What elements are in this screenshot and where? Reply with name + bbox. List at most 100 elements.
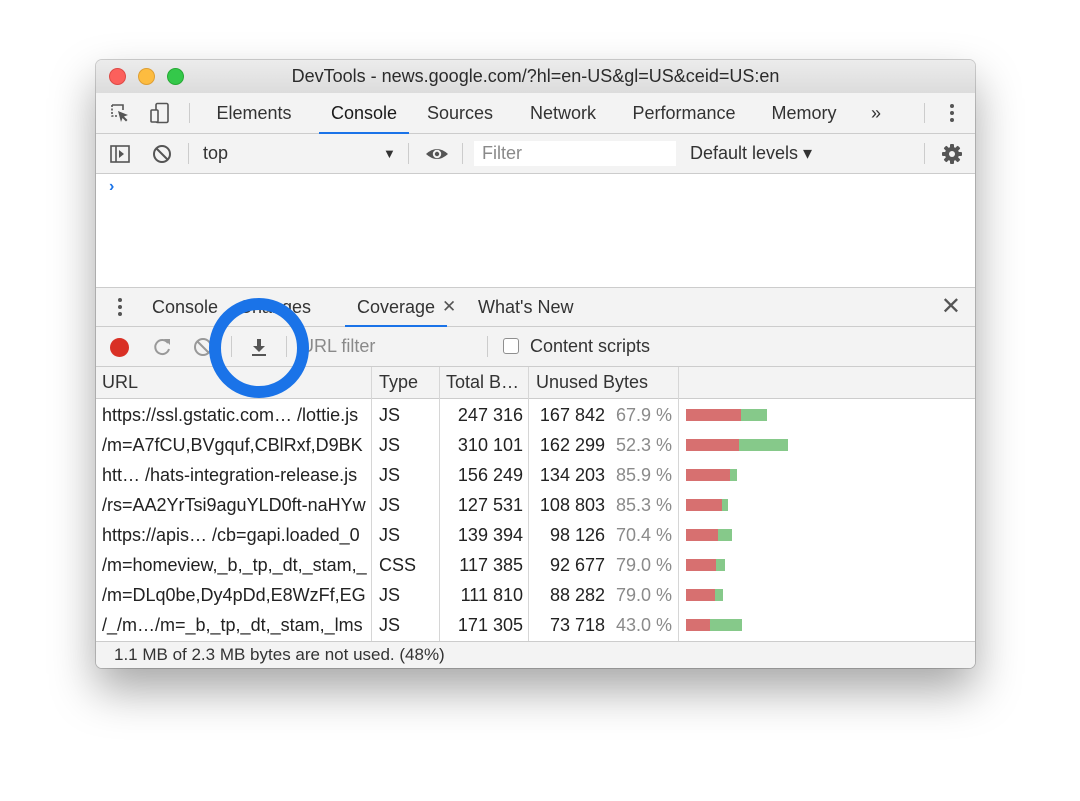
drawer-tab-whats-new[interactable]: What's New <box>478 288 573 327</box>
show-sidebar-icon[interactable] <box>109 143 131 165</box>
unused-bytes-bar <box>686 589 716 601</box>
usage-bar <box>686 499 728 511</box>
console-output[interactable]: › <box>96 174 975 287</box>
device-toolbar-icon[interactable] <box>149 102 171 124</box>
table-row[interactable]: https://apis… /cb=gapi.loaded_0 JS 139 394… <box>96 520 975 550</box>
gear-icon[interactable] <box>941 143 963 165</box>
drawer-tab-coverage[interactable]: Coverage <box>344 288 448 327</box>
toolbar-divider <box>286 336 287 357</box>
export-download-icon[interactable] <box>248 336 270 358</box>
inspect-element-icon[interactable] <box>109 102 131 124</box>
unused-percent-cell: 67.9 % <box>615 405 672 425</box>
unused-percent-cell: 79.0 % <box>615 585 672 605</box>
unused-bytes-cell: 88 282 <box>549 585 605 605</box>
unused-bytes-bar <box>686 559 717 571</box>
unused-bytes-cell: 98 126 <box>549 525 605 545</box>
used-bytes-bar <box>710 619 743 631</box>
used-bytes-bar <box>721 499 728 511</box>
table-row[interactable]: https://ssl.gstatic.com… /lottie.js JS 247… <box>96 400 975 430</box>
unused-bytes-cell: 134 203 <box>539 465 605 485</box>
column-header-url[interactable]: URL <box>102 367 138 398</box>
used-bytes-bar <box>739 439 788 451</box>
unused-bytes-bar <box>686 409 742 421</box>
total-bytes-cell: 117 385 <box>459 555 523 575</box>
record-button[interactable] <box>110 338 129 357</box>
drawer-menu-icon[interactable] <box>109 296 131 318</box>
unused-percent-cell: 43.0 % <box>615 615 672 635</box>
chevron-down-icon[interactable]: ▼ <box>383 134 396 173</box>
content-scripts-label: Content scripts <box>530 336 651 356</box>
console-prompt[interactable]: › <box>109 178 114 196</box>
tab-sources[interactable]: Sources <box>426 93 494 133</box>
context-select-value[interactable]: top <box>203 134 228 173</box>
usage-bar <box>686 409 768 421</box>
table-row[interactable]: /_/m…/m=_b,_tp,_dt,_stam,_lms JS 171 305 73… <box>96 610 975 640</box>
clear-console-icon[interactable] <box>151 143 173 165</box>
drawer-tab-console[interactable]: Console <box>152 288 218 327</box>
toolbar-divider <box>188 143 189 164</box>
url-cell: /rs=AA2YrTsi9aguYLD0ft-naHYw <box>102 495 366 515</box>
unused-percent-cell: 70.4 % <box>615 525 672 545</box>
url-cell: htt… /hats-integration-release.js <box>102 465 358 485</box>
table-row[interactable]: htt… /hats-integration-release.js JS 156 2… <box>96 460 975 490</box>
unused-bytes-cell: 162 299 <box>539 435 605 455</box>
tab-memory[interactable]: Memory <box>770 93 838 133</box>
unused-bytes-bar <box>686 499 722 511</box>
toolbar-divider <box>189 103 190 123</box>
total-bytes-cell: 111 810 <box>460 585 523 605</box>
type-cell: CSS <box>379 555 417 575</box>
unused-bytes-cell: 92 677 <box>549 555 605 575</box>
unused-bytes-cell: 108 803 <box>539 495 605 515</box>
title-bar: DevTools - news.google.com/?hl=en-US&gl=… <box>96 60 975 94</box>
column-header-total-bytes[interactable]: Total B… <box>446 367 519 398</box>
unused-bytes-bar <box>686 529 719 541</box>
toolbar-divider <box>924 143 925 164</box>
total-bytes-cell: 139 394 <box>457 525 523 545</box>
more-options-icon[interactable] <box>941 102 963 124</box>
console-filter-input[interactable] <box>474 141 676 166</box>
column-header-type[interactable]: Type <box>379 367 418 398</box>
url-cell: /m=A7fCU,BVgquf,CBlRxf,D9BK <box>102 435 363 455</box>
type-cell: JS <box>379 495 401 515</box>
tab-performance[interactable]: Performance <box>631 93 737 133</box>
close-tab-icon[interactable]: ✕ <box>442 288 456 326</box>
console-toolbar: top ▼ Default levels ▾ <box>96 134 975 174</box>
total-bytes-cell: 247 316 <box>457 405 523 425</box>
usage-bar <box>686 529 732 541</box>
unused-bytes-bar <box>686 469 731 481</box>
tab-elements[interactable]: Elements <box>216 93 292 133</box>
table-row[interactable]: /rs=AA2YrTsi9aguYLD0ft-naHYw JS 127 531 108… <box>96 490 975 520</box>
drawer-tab-changes[interactable]: Changes <box>239 288 311 327</box>
clear-coverage-icon[interactable] <box>192 336 214 358</box>
unused-bytes-cell: 73 718 <box>549 615 605 635</box>
content-scripts-checkbox[interactable] <box>503 338 519 354</box>
used-bytes-bar <box>741 409 768 421</box>
tab-console[interactable]: Console <box>319 93 409 134</box>
usage-bar <box>686 439 788 451</box>
url-cell: https://apis… /cb=gapi.loaded_0 <box>102 525 360 545</box>
unused-bytes-bar <box>686 619 711 631</box>
window-title: DevTools - news.google.com/?hl=en-US&gl=… <box>291 66 780 86</box>
usage-bar <box>686 559 725 571</box>
reload-icon[interactable] <box>151 336 173 358</box>
main-tab-bar: Elements Console Sources Network Perform… <box>96 93 975 134</box>
toolbar-divider <box>408 143 409 164</box>
unused-percent-cell: 79.0 % <box>615 555 672 575</box>
table-row[interactable]: /m=A7fCU,BVgquf,CBlRxf,D9BK JS 310 101 162 … <box>96 430 975 460</box>
close-drawer-icon[interactable]: ✕ <box>941 288 961 326</box>
total-bytes-cell: 310 101 <box>457 435 523 455</box>
table-row[interactable]: /m=DLq0be,Dy4pDd,E8WzFf,EG JS 111 810 88 28… <box>96 580 975 610</box>
eye-icon[interactable] <box>424 143 450 165</box>
status-bar: 1.1 MB of 2.3 MB bytes are not used. (48… <box>96 641 975 668</box>
more-tabs-button[interactable]: » <box>866 93 886 133</box>
type-cell: JS <box>379 465 401 485</box>
total-bytes-cell: 171 305 <box>457 615 523 635</box>
url-filter-input[interactable] <box>301 334 481 359</box>
table-row[interactable]: /m=homeview,_b,_tp,_dt,_stam,_ CSS 117 385… <box>96 550 975 580</box>
coverage-toolbar: Content scripts <box>96 327 975 367</box>
tab-network[interactable]: Network <box>528 93 598 133</box>
url-cell: /m=homeview,_b,_tp,_dt,_stam,_ <box>102 555 367 575</box>
log-levels-dropdown[interactable]: Default levels ▾ <box>690 134 812 173</box>
column-header-unused-bytes[interactable]: Unused Bytes <box>536 367 648 398</box>
url-cell: https://ssl.gstatic.com… /lottie.js <box>102 405 359 425</box>
